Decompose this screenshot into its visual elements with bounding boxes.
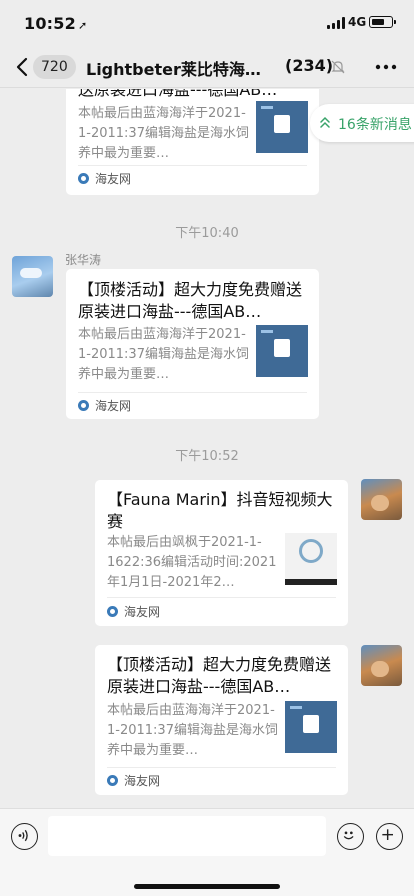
- card-title: 【顶楼活动】超大力度免费赠送原装进口海盐---德国AB…: [78, 280, 303, 321]
- status-bar: 10:52 ➚ 4G: [0, 0, 414, 46]
- signal-icon: [327, 17, 345, 29]
- card-divider: [107, 767, 336, 768]
- message-input[interactable]: [48, 816, 326, 856]
- source-logo-icon: [107, 775, 118, 786]
- source-logo-icon: [107, 606, 118, 617]
- input-bar: [0, 808, 414, 896]
- card-thumbnail: [256, 101, 308, 153]
- card-divider: [78, 392, 307, 393]
- card-title: 送原装进口海盐---德国AB…: [78, 89, 278, 99]
- voice-icon[interactable]: [11, 823, 38, 850]
- chat-title: Lightbeter莱比特海缸…: [86, 60, 276, 79]
- card-source: 海友网: [107, 774, 160, 788]
- card-description: 本帖最后由蓝海海洋于2021-1-2011:37编辑海盐是海水饲养中最为重要…: [78, 327, 249, 382]
- unread-count-badge[interactable]: 720: [33, 55, 76, 79]
- more-icon[interactable]: [375, 59, 397, 75]
- card-thumbnail: [285, 701, 337, 753]
- card-divider: [107, 597, 336, 598]
- double-chevron-up-icon: [320, 116, 330, 128]
- source-label: 海友网: [124, 774, 161, 788]
- link-card[interactable]: 【Fauna Marin】抖音短视频大赛 本帖最后由飒枫于2021-1-1622…: [95, 480, 348, 626]
- home-indicator: [134, 884, 280, 889]
- link-card[interactable]: 【顶楼活动】超大力度免费赠送原装进口海盐---德国AB… 本帖最后由蓝海海洋于2…: [66, 269, 319, 419]
- card-source: 海友网: [78, 399, 131, 413]
- source-logo-icon: [78, 400, 89, 411]
- back-icon[interactable]: [14, 57, 30, 77]
- battery-icon: [369, 16, 396, 28]
- card-description: 本帖最后由蓝海海洋于2021-1-2011:37编辑海盐是海水饲养中最为重要…: [107, 703, 278, 758]
- card-title: 【Fauna Marin】抖音短视频大赛: [107, 490, 333, 531]
- new-messages-label: 16条新消息: [338, 117, 412, 133]
- source-label: 海友网: [95, 172, 132, 186]
- plus-icon[interactable]: [376, 823, 403, 850]
- timestamp: 下午10:52: [175, 449, 239, 464]
- location-icon: ➚: [77, 19, 88, 32]
- member-count: (234): [285, 56, 334, 75]
- status-time: 10:52 ➚: [24, 14, 88, 33]
- card-source: 海友网: [78, 172, 131, 186]
- my-avatar[interactable]: [361, 479, 402, 520]
- card-divider: [78, 165, 307, 166]
- timestamp: 下午10:40: [175, 226, 239, 241]
- link-card[interactable]: 【顶楼活动】超大力度免费赠送原装进口海盐---德国AB… 本帖最后由蓝海海洋于2…: [95, 645, 348, 795]
- chat-header: 720 Lightbeter莱比特海缸… (234): [0, 46, 414, 88]
- source-label: 海友网: [124, 605, 161, 619]
- card-source: 海友网: [107, 605, 160, 619]
- card-title: 【顶楼活动】超大力度免费赠送原装进口海盐---德国AB…: [107, 655, 332, 696]
- link-card[interactable]: 送原装进口海盐---德国AB… 本帖最后由蓝海海洋于2021-1-2011:37…: [66, 89, 319, 195]
- source-label: 海友网: [95, 399, 132, 413]
- card-description: 本帖最后由飒枫于2021-1-1622:36编辑活动时间:2021年1月1日-2…: [107, 535, 277, 590]
- new-messages-button[interactable]: 16条新消息: [310, 104, 414, 142]
- mute-icon: [331, 60, 345, 74]
- sender-avatar[interactable]: [12, 256, 53, 297]
- network-label: 4G: [348, 15, 367, 29]
- card-thumbnail: [256, 325, 308, 377]
- card-thumbnail: [285, 533, 337, 585]
- emoji-icon[interactable]: [337, 823, 364, 850]
- sender-name: 张华涛: [65, 253, 102, 267]
- message-list[interactable]: 送原装进口海盐---德国AB… 本帖最后由蓝海海洋于2021-1-2011:37…: [0, 89, 414, 808]
- my-avatar[interactable]: [361, 645, 402, 686]
- source-logo-icon: [78, 173, 89, 184]
- card-description: 本帖最后由蓝海海洋于2021-1-2011:37编辑海盐是海水饲养中最为重要…: [78, 106, 249, 161]
